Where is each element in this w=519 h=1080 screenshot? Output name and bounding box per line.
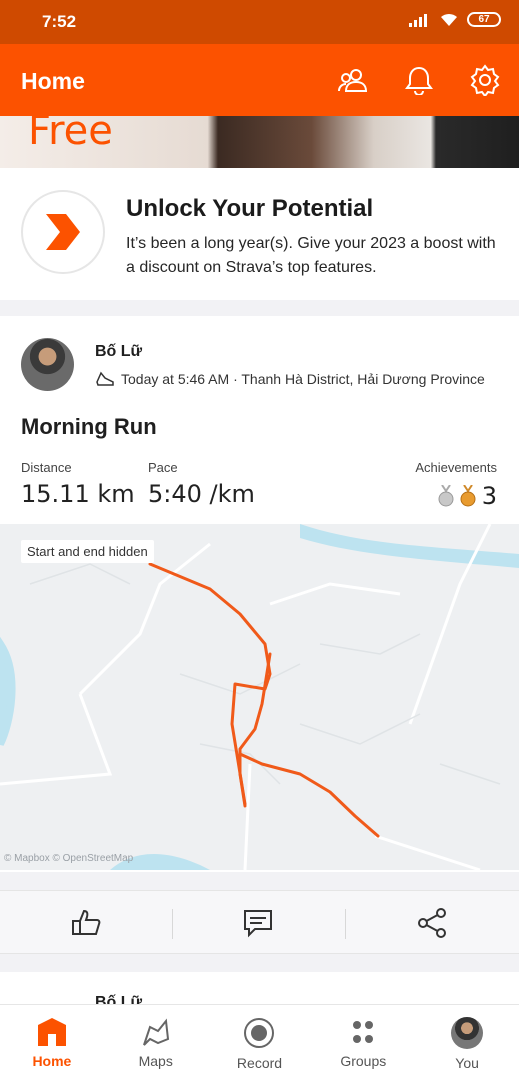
status-icons: 67 <box>409 12 501 27</box>
maps-icon <box>142 1018 169 1046</box>
thumbs-up-icon <box>72 909 101 935</box>
avatar <box>451 1017 484 1049</box>
athlete-avatar[interactable] <box>21 338 74 391</box>
athlete-name[interactable]: Bố Lữ <box>95 343 142 361</box>
nav-groups-label: Groups <box>340 1053 387 1069</box>
map-background <box>0 524 519 870</box>
pace-label: Pace <box>148 460 178 475</box>
achievements-count: 3 <box>481 482 497 510</box>
social-actions <box>0 890 519 954</box>
share-icon <box>418 908 446 938</box>
nav-maps[interactable]: Maps <box>104 1005 208 1080</box>
nav-record-label: Record <box>236 1055 283 1071</box>
nav-record[interactable]: Record <box>208 1005 312 1080</box>
app-bar: Home <box>0 44 519 116</box>
notifications-button[interactable] <box>401 62 437 98</box>
pace-value: 5:40 /km <box>148 480 255 508</box>
activity-meta-text: Today at 5:46 AM · Thanh Hà District, Hả… <box>121 371 485 387</box>
people-icon <box>338 69 368 92</box>
bottom-nav: Home Maps Record Groups You <box>0 1004 519 1080</box>
record-icon <box>244 1018 275 1048</box>
status-time: 7:52 <box>42 12 77 31</box>
achievements: 3 <box>438 482 497 510</box>
battery-icon: 67 <box>467 12 501 27</box>
promo-banner[interactable]: Free <box>0 116 519 168</box>
nav-you-label: You <box>455 1055 479 1071</box>
distance-value: 15.11 km <box>21 480 135 508</box>
unlock-card[interactable]: Unlock Your Potential It’s been a long y… <box>0 168 519 300</box>
unlock-description: It’s been a long year(s). Give your 2023… <box>126 235 496 276</box>
shoe-icon <box>96 371 114 386</box>
groups-icon <box>353 1021 374 1043</box>
silver-medal-icon <box>438 485 454 507</box>
find-friends-button[interactable] <box>335 62 371 98</box>
comment-button[interactable] <box>240 905 276 941</box>
nav-home-label: Home <box>32 1053 72 1069</box>
nav-maps-label: Maps <box>138 1053 173 1069</box>
activity-card[interactable]: Bố Lữ Today at 5:46 AM · Thanh Hà Distri… <box>0 316 519 872</box>
battery-level: 67 <box>478 14 490 25</box>
unlock-heading: Unlock Your Potential <box>126 195 374 222</box>
activity-map[interactable]: Start and end hidden © Mapbox © OpenStre… <box>0 524 519 870</box>
chevron-logo-icon <box>46 214 80 250</box>
gear-icon <box>470 64 500 96</box>
distance-label: Distance <box>21 460 72 475</box>
settings-button[interactable] <box>467 62 503 98</box>
divider <box>172 909 173 939</box>
comment-icon <box>244 910 272 938</box>
activity-meta: Today at 5:46 AM · Thanh Hà District, Hả… <box>95 370 485 388</box>
share-button[interactable] <box>414 905 450 941</box>
achievements-label: Achievements <box>415 460 497 475</box>
divider <box>345 909 346 939</box>
wifi-icon <box>441 13 457 26</box>
kudos-button[interactable] <box>68 905 104 941</box>
map-attribution[interactable]: © Mapbox © OpenStreetMap <box>4 853 133 864</box>
nav-groups[interactable]: Groups <box>311 1005 415 1080</box>
status-bar: 7:52 67 <box>0 0 519 44</box>
home-icon <box>37 1018 66 1046</box>
bronze-medal-icon <box>460 485 476 507</box>
nav-you[interactable]: You <box>415 1005 519 1080</box>
strava-logo <box>21 190 105 274</box>
nav-home[interactable]: Home <box>0 1005 104 1080</box>
page-title: Home <box>21 68 85 94</box>
bell-icon <box>405 66 433 95</box>
signal-icon <box>409 13 427 27</box>
promo-banner-text: Free <box>28 116 113 154</box>
activity-title[interactable]: Morning Run <box>21 414 157 440</box>
map-privacy-chip: Start and end hidden <box>21 540 154 563</box>
